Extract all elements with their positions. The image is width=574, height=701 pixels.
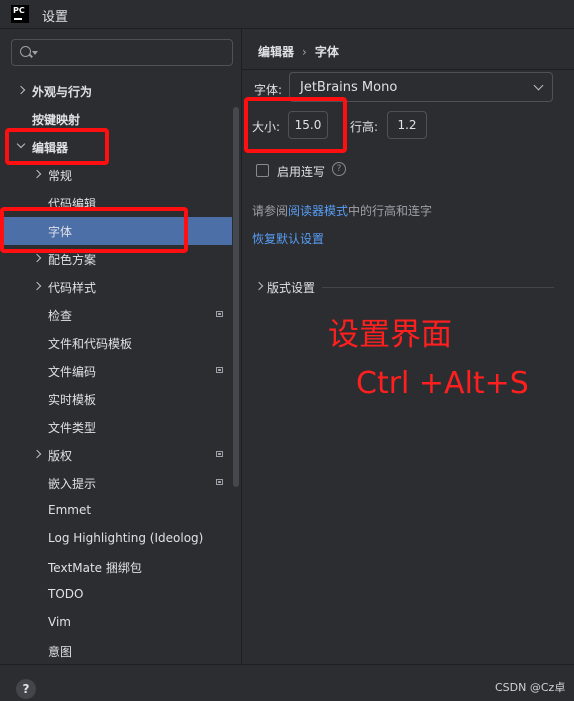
sidebar-item[interactable]: 嵌入提示 xyxy=(0,469,232,497)
sidebar-item[interactable]: TextMate 捆绑包 xyxy=(0,553,232,581)
annotation-box-font xyxy=(0,207,188,253)
project-scope-icon xyxy=(216,451,223,457)
sidebar-item[interactable]: TODO xyxy=(0,581,232,609)
sidebar-scrollbar[interactable] xyxy=(233,107,239,487)
sidebar-item[interactable]: 意图 xyxy=(0,637,232,665)
reader-hint-prefix: 请参阅 xyxy=(252,204,289,218)
sidebar-item-label: 配色方案 xyxy=(48,253,97,267)
sidebar-item[interactable]: 常规 xyxy=(0,161,232,189)
sidebar-item-label: TextMate 捆绑包 xyxy=(48,561,142,575)
restore-defaults-link[interactable]: 恢复默认设置 xyxy=(252,230,324,247)
help-icon[interactable]: ? xyxy=(332,162,346,176)
sidebar-item-label: 文件类型 xyxy=(48,421,97,435)
sidebar-item[interactable]: 外观与行为 xyxy=(0,77,232,105)
font-label: 字体: xyxy=(254,83,283,97)
chevron-right-icon[interactable] xyxy=(16,85,26,95)
app-logo-icon: PC xyxy=(11,5,29,23)
search-input[interactable] xyxy=(40,43,229,64)
sidebar-item[interactable]: 文件类型 xyxy=(0,413,232,441)
chevron-right-icon[interactable] xyxy=(32,253,42,263)
watermark: CSDN @Cz卓 xyxy=(495,681,566,694)
sidebar-item[interactable]: 代码样式 xyxy=(0,273,232,301)
line-height-input[interactable]: 1.2 xyxy=(387,111,427,139)
search-box[interactable] xyxy=(11,39,233,66)
layout-settings-section[interactable]: 版式设置 xyxy=(267,279,315,296)
font-family-value: JetBrains Mono xyxy=(300,80,398,95)
sidebar-item-label: 版权 xyxy=(48,449,73,463)
chevron-right-icon[interactable] xyxy=(32,449,42,459)
chevron-down-icon xyxy=(32,51,38,55)
annotation-title: 设置界面 xyxy=(328,317,452,353)
sidebar-item-label: 代码样式 xyxy=(48,281,97,295)
dialog-footer: ? CSDN @Cz卓 xyxy=(0,664,574,701)
sidebar-item-label: Vim xyxy=(48,615,71,629)
breadcrumb-separator: › xyxy=(302,45,307,59)
sidebar-item[interactable]: 检查 xyxy=(0,301,232,329)
sidebar-item[interactable]: 实时模板 xyxy=(0,385,232,413)
reader-hint-suffix: 中的行高和连字 xyxy=(348,204,433,218)
chevron-right-icon[interactable] xyxy=(32,169,42,179)
search-icon xyxy=(20,46,31,57)
sidebar-item[interactable]: Log Highlighting (Ideolog) xyxy=(0,525,232,553)
sidebar-item-label: 实时模板 xyxy=(48,393,97,407)
sidebar-item-label: 文件编码 xyxy=(48,365,97,379)
chevron-right-icon[interactable] xyxy=(254,281,264,291)
sidebar-item-label: Emmet xyxy=(48,503,92,517)
breadcrumb-parent[interactable]: 编辑器 xyxy=(258,45,294,59)
sidebar-item[interactable]: 文件编码 xyxy=(0,357,232,385)
breadcrumb-current: 字体 xyxy=(314,45,339,59)
ligatures-label[interactable]: 启用连写 xyxy=(277,163,325,180)
section-divider xyxy=(322,287,554,288)
sidebar-item[interactable]: Emmet xyxy=(0,497,232,525)
sidebar-item[interactable]: 版权 xyxy=(0,441,232,469)
chevron-right-icon[interactable] xyxy=(32,281,42,291)
line-height-label: 行高: xyxy=(350,120,379,134)
annotation-box-editor xyxy=(5,128,109,165)
project-scope-icon xyxy=(216,367,223,373)
annotation-box-size xyxy=(244,97,347,153)
sidebar-item-label: 外观与行为 xyxy=(32,85,93,99)
reader-mode-hint: 请参阅阅读器模式中的行高和连字 xyxy=(252,202,432,219)
annotation-shortcut: Ctrl +Alt+S xyxy=(356,366,529,401)
sidebar-item-label: TODO xyxy=(48,587,84,601)
sidebar-item-label: 嵌入提示 xyxy=(48,477,97,491)
reader-mode-link[interactable]: 阅读器模式 xyxy=(288,204,348,218)
title-bar: PC 设置 xyxy=(0,0,574,29)
sidebar-item[interactable]: Vim xyxy=(0,609,232,637)
settings-sidebar: 外观与行为 按键映射 编辑器 常规 代码编辑 字体 配色方案 代码样式 检查 文件和代码模板 文件编… xyxy=(0,29,241,664)
project-scope-icon xyxy=(216,479,223,485)
sidebar-item-label: 检查 xyxy=(48,309,73,323)
chevron-down-icon xyxy=(533,80,544,91)
sidebar-item-label: Log Highlighting (Ideolog) xyxy=(48,531,204,545)
sidebar-item[interactable]: 文件和代码模板 xyxy=(0,329,232,357)
sidebar-item-label: 常规 xyxy=(48,169,73,183)
sidebar-item-label: 文件和代码模板 xyxy=(48,337,133,351)
breadcrumb: 编辑器 › 字体 xyxy=(258,43,339,60)
sidebar-item-label: 按键映射 xyxy=(32,113,81,127)
help-button[interactable]: ? xyxy=(16,679,36,699)
project-scope-icon xyxy=(216,311,223,317)
header-divider xyxy=(242,69,574,70)
ligatures-checkbox[interactable] xyxy=(256,164,269,177)
sidebar-item-label: 意图 xyxy=(48,645,73,659)
window-title: 设置 xyxy=(42,10,69,25)
